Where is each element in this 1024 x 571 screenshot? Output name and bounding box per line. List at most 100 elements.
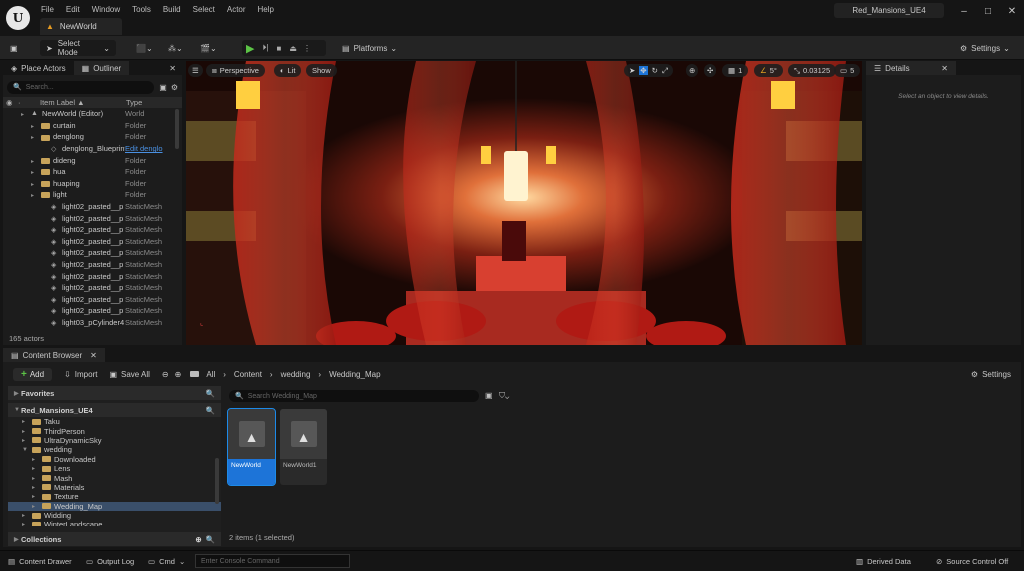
move-icon[interactable]: ✥ — [639, 66, 648, 75]
chevron-right-icon[interactable]: ▸ — [31, 158, 38, 165]
menu-build[interactable]: Build — [163, 5, 181, 14]
camera-speed-button[interactable]: ▭ 5 — [834, 64, 861, 77]
folder-tree-item[interactable]: ▸ Lens — [8, 464, 221, 473]
history-back-icon[interactable]: ⊖ — [162, 370, 169, 379]
advance-frame-icon[interactable]: ⏵| — [262, 43, 268, 53]
tab-details[interactable]: ☰ Details ✕ — [866, 61, 956, 75]
folder-tree-item[interactable]: ▸ Materials — [8, 483, 221, 492]
outliner-row[interactable]: ◈ light02_pasted__p StaticMesh — [3, 247, 182, 259]
cmd-button[interactable]: ▭ Cmd ⌄ — [148, 554, 185, 569]
outliner-row[interactable]: ▸ denglong Folder — [3, 131, 182, 143]
chevron-right-icon[interactable]: ▸ — [22, 437, 29, 444]
collections-section[interactable]: ▶ Collections ⊕ 🔍 — [8, 532, 221, 546]
outliner-row[interactable]: ◈ light02_pasted__p StaticMesh — [3, 294, 182, 306]
console-input[interactable]: Enter Console Command — [195, 554, 350, 568]
chevron-down-icon[interactable]: ▼ — [22, 447, 29, 453]
world-local-icon[interactable]: ⊕ — [686, 64, 699, 77]
chevron-right-icon[interactable]: ▸ — [22, 512, 29, 519]
folder-tree-item[interactable]: ▸ Downloaded — [8, 455, 221, 464]
chevron-right-icon[interactable]: ▸ — [31, 169, 38, 176]
folder-tree-item[interactable]: ▸ WinterLandscape — [8, 520, 221, 526]
asset-tile[interactable]: ▲ NewWorld1 — [280, 409, 327, 485]
outliner-row[interactable]: ▸ light Folder — [3, 189, 182, 201]
project-section[interactable]: ▼ Red_Mansions_UE4 🔍 — [8, 403, 221, 417]
tab-content-browser[interactable]: ▤ Content Browser ✕ — [3, 348, 105, 362]
search-icon[interactable]: 🔍 — [206, 389, 215, 398]
chevron-right-icon[interactable]: ▸ — [32, 484, 39, 491]
cb-settings-button[interactable]: ⚙ Settings — [971, 370, 1011, 379]
menu-file[interactable]: File — [41, 5, 54, 14]
play-icon[interactable]: ▶ — [246, 42, 254, 55]
stop-icon[interactable]: ■ — [277, 44, 282, 53]
level-tab[interactable]: ▲ NewWorld — [40, 18, 122, 35]
blueprint-icon[interactable]: ⁂⌄ — [168, 40, 183, 56]
perspective-button[interactable]: ⧈ Perspective — [206, 64, 265, 77]
chevron-right-icon[interactable]: ▸ — [31, 123, 38, 130]
folder-tree-scrollbar[interactable] — [215, 458, 219, 504]
rotation-snap-button[interactable]: ∠ 5° — [754, 64, 783, 77]
outliner-row[interactable]: ▸ dideng Folder — [3, 154, 182, 166]
chevron-right-icon[interactable]: ▸ — [32, 456, 39, 463]
save-search-icon[interactable]: ▣ — [485, 391, 493, 400]
close-icon[interactable]: ✕ — [90, 351, 97, 360]
outliner-row[interactable]: ▸ huaping Folder — [3, 178, 182, 190]
folder-tree-item[interactable]: ▸ Texture — [8, 492, 221, 501]
outliner-row[interactable]: ◈ light02_pasted__p StaticMesh — [3, 305, 182, 317]
outliner-row[interactable]: ◈ light03_pCylinder4 StaticMesh — [3, 317, 182, 329]
maximize-icon[interactable]: □ — [976, 6, 1000, 17]
close-icon[interactable]: ✕ — [1000, 6, 1024, 17]
grid-snap-button[interactable]: ▦ 1 — [722, 64, 749, 77]
show-button[interactable]: Show — [306, 64, 337, 77]
scale-icon[interactable]: ⤢ — [662, 66, 668, 76]
filter-icon[interactable]: ⛉⌄ — [499, 391, 509, 401]
chevron-right-icon[interactable]: ▸ — [22, 521, 29, 526]
platforms-button[interactable]: ▤ Platforms ⌄ — [342, 40, 397, 56]
outliner-row[interactable]: ◈ light02_pasted__p StaticMesh — [3, 212, 182, 224]
chevron-right-icon[interactable]: ▸ — [31, 134, 38, 141]
menu-edit[interactable]: Edit — [66, 5, 80, 14]
rotate-icon[interactable]: ↻ — [652, 66, 658, 75]
breadcrumb-wedding[interactable]: wedding — [281, 370, 311, 379]
menu-tools[interactable]: Tools — [132, 5, 151, 14]
breadcrumb-all[interactable]: All — [206, 370, 215, 379]
folder-tree-item[interactable]: ▸ UltraDynamicSky — [8, 436, 221, 445]
search-icon[interactable]: 🔍 — [206, 406, 215, 415]
more-options-icon[interactable]: ⋮ — [303, 44, 311, 53]
search-icon[interactable]: 🔍 — [206, 535, 215, 544]
select-arrow-icon[interactable]: ➤ — [629, 66, 635, 75]
asset-tile[interactable]: ▲ NewWorld — [227, 408, 276, 486]
gear-icon[interactable]: ⚙ — [171, 83, 178, 92]
unreal-logo-icon[interactable]: U — [6, 6, 30, 30]
add-collection-icon[interactable]: ⊕ — [195, 535, 201, 544]
outliner-row[interactable]: ◇ denglong_Blueprint Edit denglo — [3, 143, 182, 155]
scale-snap-button[interactable]: ⤡ 0.03125 — [788, 64, 837, 77]
folder-tree-item[interactable]: ▼ wedding — [8, 445, 221, 454]
outliner-row[interactable]: ◈ light02_pasted__p StaticMesh — [3, 236, 182, 248]
outliner-scrollbar[interactable] — [175, 109, 179, 149]
breadcrumb-wedding-map[interactable]: Wedding_Map — [329, 370, 380, 379]
content-drawer-button[interactable]: ▤ Content Drawer — [8, 554, 72, 569]
minimize-icon[interactable]: – — [952, 6, 976, 17]
save-icon[interactable]: ▣ — [10, 40, 18, 56]
chevron-right-icon[interactable]: ▸ — [31, 192, 38, 199]
menu-actor[interactable]: Actor — [227, 5, 246, 14]
chevron-right-icon[interactable]: ▸ — [32, 465, 39, 472]
chevron-right-icon[interactable]: ▸ — [32, 503, 39, 510]
folder-tree-item[interactable]: ▸ Mash — [8, 473, 221, 483]
outliner-row-type[interactable]: Edit denglo — [125, 144, 165, 153]
surface-snap-icon[interactable]: ✣ — [704, 64, 717, 77]
lit-button[interactable]: ◐ Lit — [274, 64, 302, 77]
chevron-right-icon[interactable]: ▸ — [32, 493, 39, 500]
column-item-label[interactable]: Item Label ▲ — [26, 98, 126, 107]
source-control-button[interactable]: ⊘ Source Control Off — [936, 554, 1008, 569]
outliner-row[interactable]: ◈ light02_pasted__p StaticMesh — [3, 270, 182, 282]
outliner-row[interactable]: ◈ light02_pasted__p StaticMesh — [3, 282, 182, 294]
outliner-row[interactable]: ▸ hua Folder — [3, 166, 182, 178]
settings-button[interactable]: ⚙ Settings ⌄ — [960, 40, 1010, 56]
cinematics-icon[interactable]: 🎬⌄ — [200, 40, 217, 56]
chevron-right-icon[interactable]: ▸ — [22, 418, 29, 425]
outliner-row[interactable]: ◈ light02_pasted__p StaticMesh — [3, 201, 182, 213]
tab-place-actors[interactable]: ◈ Place Actors — [3, 61, 74, 75]
output-log-button[interactable]: ▭ Output Log — [86, 554, 134, 569]
folder-tree-item[interactable]: ▸ Taku — [8, 417, 221, 426]
